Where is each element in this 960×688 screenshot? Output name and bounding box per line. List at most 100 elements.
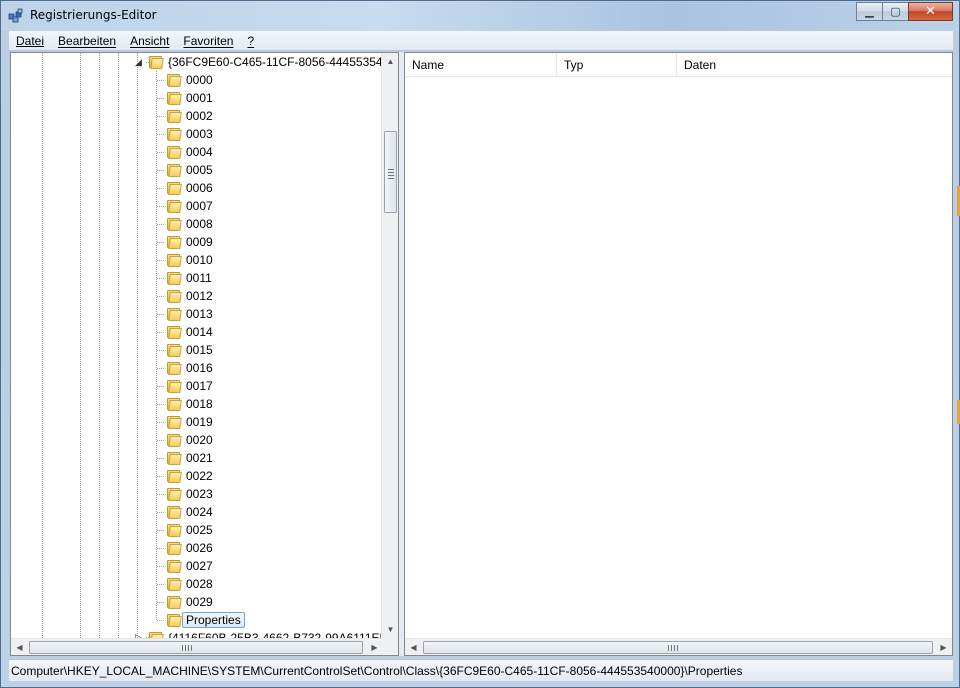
folder-icon xyxy=(166,577,182,591)
tree-node-child[interactable]: 0025 xyxy=(166,521,213,539)
tree-node-label: 0006 xyxy=(186,181,213,195)
collapse-arrow-icon[interactable]: ◢ xyxy=(135,57,142,68)
tree-node-child[interactable]: 0005 xyxy=(166,161,213,179)
list-hscroll-thumb[interactable] xyxy=(423,641,933,654)
tree-node-child[interactable]: 0026 xyxy=(166,539,213,557)
folder-icon xyxy=(166,217,182,231)
tree-node-child[interactable]: 0009 xyxy=(166,233,213,251)
tree-node-label: 0012 xyxy=(186,289,213,303)
tree-node-label: 0003 xyxy=(186,127,213,141)
tree-node-child[interactable]: 0010 xyxy=(166,251,213,269)
tree-node-label: 0014 xyxy=(186,325,213,339)
folder-icon xyxy=(166,109,182,123)
tree-node-child[interactable]: 0007 xyxy=(166,197,213,215)
title-bar[interactable]: Registrierungs-Editor ▁ ▢ ✕ xyxy=(1,1,959,31)
tree-node-child[interactable]: 0017 xyxy=(166,377,213,395)
tree-node-child[interactable]: 0024 xyxy=(166,503,213,521)
scroll-left-icon[interactable]: ◀ xyxy=(11,639,28,655)
tree-node-label: 0015 xyxy=(186,343,213,357)
tree-node-child[interactable]: 0023 xyxy=(166,485,213,503)
tree-node-label: 0004 xyxy=(186,145,213,159)
maximize-button[interactable]: ▢ xyxy=(882,2,909,21)
minimize-button[interactable]: ▁ xyxy=(856,2,883,21)
close-button[interactable]: ✕ xyxy=(908,2,953,21)
tree-node-child[interactable]: 0013 xyxy=(166,305,213,323)
grip-icon xyxy=(388,169,394,181)
tree-node-child[interactable]: 0028 xyxy=(166,575,213,593)
folder-icon xyxy=(166,379,182,393)
list-scroll-right-icon[interactable]: ▶ xyxy=(935,639,952,655)
tree-node-child[interactable]: 0006 xyxy=(166,179,213,197)
tree-node-label: 0002 xyxy=(186,109,213,123)
tree-node-label: 0013 xyxy=(186,307,213,321)
tree-node-label: 0021 xyxy=(186,451,213,465)
list-hgrip-icon xyxy=(668,645,680,651)
tree-node-parent-key[interactable]: {36FC9E60-C465-11CF-8056-444553540000} xyxy=(148,53,399,71)
tree-node-child[interactable]: 0018 xyxy=(166,395,213,413)
tree-node-child[interactable]: 0004 xyxy=(166,143,213,161)
tree-node-properties[interactable]: Properties xyxy=(166,611,245,629)
tree-node-child[interactable]: 0000 xyxy=(166,71,213,89)
tree-node-child[interactable]: 0020 xyxy=(166,431,213,449)
folder-icon xyxy=(166,595,182,609)
list-scroll-left-icon[interactable]: ◀ xyxy=(405,639,422,655)
tree-node-label: {36FC9E60-C465-11CF-8056-444553540000} xyxy=(168,55,399,69)
folder-icon xyxy=(166,559,182,573)
tree-node-child[interactable]: 0022 xyxy=(166,467,213,485)
scroll-down-icon[interactable]: ▼ xyxy=(382,621,398,638)
tree-node-label: 0007 xyxy=(186,199,213,213)
maximize-icon: ▢ xyxy=(890,5,901,18)
tree-node-child[interactable]: 0027 xyxy=(166,557,213,575)
tree-node-child[interactable]: 0008 xyxy=(166,215,213,233)
tree-node-child[interactable]: 0002 xyxy=(166,107,213,125)
tree-horizontal-scrollbar[interactable]: ◀ ▶ xyxy=(11,638,383,655)
tree-node-child[interactable]: 0016 xyxy=(166,359,213,377)
column-header-name[interactable]: Name xyxy=(405,53,557,77)
values-list-pane[interactable]: Name Typ Daten ◀ ▶ xyxy=(404,52,953,656)
column-header-daten[interactable]: Daten xyxy=(677,53,952,77)
folder-icon xyxy=(166,271,182,285)
folder-icon xyxy=(166,307,182,321)
tree-node-label: 0019 xyxy=(186,415,213,429)
folder-icon xyxy=(166,397,182,411)
tree-node-child[interactable]: 0029 xyxy=(166,593,213,611)
menu-favoriten[interactable]: Favoriten xyxy=(176,31,240,51)
folder-icon xyxy=(148,55,164,69)
hgrip-icon xyxy=(182,645,194,651)
scroll-corner xyxy=(381,638,398,655)
menu-datei[interactable]: Datei xyxy=(9,31,51,51)
menu-ansicht[interactable]: Ansicht xyxy=(123,31,176,51)
folder-icon xyxy=(166,343,182,357)
tree-node-child[interactable]: 0019 xyxy=(166,413,213,431)
tree-node-child[interactable]: 0015 xyxy=(166,341,213,359)
tree-vscroll-thumb[interactable] xyxy=(384,131,397,213)
tree-hscroll-thumb[interactable] xyxy=(29,641,363,654)
folder-icon xyxy=(166,361,182,375)
scroll-up-icon[interactable]: ▲ xyxy=(382,53,398,70)
tree-vertical-scrollbar[interactable]: ▲ ▼ xyxy=(381,53,398,638)
tree-node-child[interactable]: 0003 xyxy=(166,125,213,143)
tree-node-child[interactable]: 0014 xyxy=(166,323,213,341)
menu-bearbeiten[interactable]: Bearbeiten xyxy=(51,31,123,51)
tree-node-label: 0017 xyxy=(186,379,213,393)
minimize-icon: ▁ xyxy=(865,5,874,18)
tree-node-label: 0018 xyxy=(186,397,213,411)
tree-node-label: 0005 xyxy=(186,163,213,177)
tree-node-child[interactable]: 0011 xyxy=(166,269,212,287)
menu-help-label: ? xyxy=(247,33,255,48)
folder-icon xyxy=(166,127,182,141)
tree-node-child[interactable]: 0012 xyxy=(166,287,213,305)
folder-icon xyxy=(166,433,182,447)
tree-node-child[interactable]: 0021 xyxy=(166,449,213,467)
folder-icon xyxy=(166,523,182,537)
tree-node-child[interactable]: 0001 xyxy=(166,89,213,107)
folder-icon xyxy=(166,199,182,213)
folder-icon xyxy=(166,487,182,501)
tree-node-label: 0022 xyxy=(186,469,213,483)
tree-node-label: 0009 xyxy=(186,235,213,249)
menu-help[interactable]: ? xyxy=(240,31,261,51)
list-horizontal-scrollbar[interactable]: ◀ ▶ xyxy=(405,638,952,655)
key-tree-pane[interactable]: ◢ {36FC9E60-C465-11CF-8056-444553540000} 0… xyxy=(10,52,399,656)
column-header-typ[interactable]: Typ xyxy=(557,53,677,77)
window-title: Registrierungs-Editor xyxy=(30,8,157,22)
